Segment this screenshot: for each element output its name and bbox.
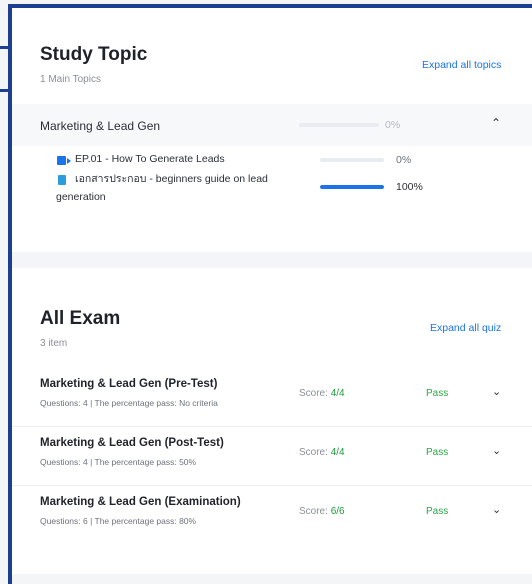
- exam-meta: Questions: 6 | The percentage pass: 80%: [40, 516, 197, 526]
- chevron-down-icon[interactable]: ⌄: [492, 444, 501, 457]
- score-value: 4/4: [330, 447, 345, 458]
- status-badge: Pass: [426, 447, 449, 458]
- lesson-progress-bar-1: [320, 158, 384, 162]
- lesson-title-2-line2[interactable]: generation: [56, 190, 106, 205]
- score-label: Score:: [299, 447, 328, 458]
- expand-all-quiz-link[interactable]: Expand all quiz: [430, 322, 501, 334]
- study-topic-title: Study Topic: [40, 44, 148, 65]
- status-badge: Pass: [426, 388, 449, 399]
- exam-row-pre-test[interactable]: Marketing & Lead Gen (Pre-Test) Question…: [12, 368, 532, 427]
- lesson-title-1[interactable]: EP.01 - How To Generate Leads: [75, 152, 225, 167]
- lesson-progress-label-2: 100%: [396, 181, 423, 193]
- exam-row-post-test[interactable]: Marketing & Lead Gen (Post-Test) Questio…: [12, 427, 532, 486]
- study-topic-card: Study Topic 1 Main Topics Expand all top…: [12, 8, 532, 252]
- chevron-up-icon[interactable]: ⌃: [491, 116, 501, 130]
- lesson-title-2-line1[interactable]: เอกสารประกอบ - beginners guide on lead: [75, 172, 268, 187]
- study-topic-count: 1 Main Topics: [40, 74, 101, 85]
- exam-meta: Questions: 4 | The percentage pass: 50%: [40, 457, 197, 467]
- lesson-progress-bar-2: [320, 185, 384, 189]
- lesson-progress-fill-2: [320, 185, 384, 189]
- topic-name: Marketing & Lead Gen: [40, 119, 161, 133]
- status-badge: Pass: [426, 506, 449, 517]
- chevron-down-icon[interactable]: ⌄: [492, 385, 501, 398]
- topic-progress-bar: [299, 123, 379, 127]
- all-exam-count: 3 item: [40, 338, 68, 349]
- exam-meta: Questions: 4 | The percentage pass: No c…: [40, 398, 218, 408]
- exam-row-examination[interactable]: Marketing & Lead Gen (Examination) Quest…: [12, 486, 532, 544]
- expand-all-topics-link[interactable]: Expand all topics: [422, 59, 501, 71]
- lesson-progress-label-1: 0%: [396, 154, 412, 166]
- score-label: Score:: [299, 506, 328, 517]
- exam-score: Score: 6/6: [299, 506, 345, 517]
- score-label: Score:: [299, 388, 328, 399]
- exam-score: Score: 4/4: [299, 388, 345, 399]
- exam-score: Score: 4/4: [299, 447, 345, 458]
- exam-name: Marketing & Lead Gen (Post-Test): [40, 437, 224, 449]
- exam-name: Marketing & Lead Gen (Examination): [40, 496, 241, 508]
- chevron-down-icon[interactable]: ⌄: [492, 503, 501, 516]
- topic-progress-label: 0%: [385, 119, 401, 131]
- document-icon: [58, 175, 66, 185]
- score-value: 6/6: [330, 506, 345, 517]
- video-icon: [57, 156, 71, 165]
- score-value: 4/4: [330, 388, 345, 399]
- all-exam-title: All Exam: [40, 308, 121, 329]
- topic-header-marketing[interactable]: Marketing & Lead Gen 0% ⌃: [12, 104, 532, 146]
- exam-name: Marketing & Lead Gen (Pre-Test): [40, 378, 218, 390]
- all-exam-card: All Exam 3 item Expand all quiz Marketin…: [12, 268, 532, 574]
